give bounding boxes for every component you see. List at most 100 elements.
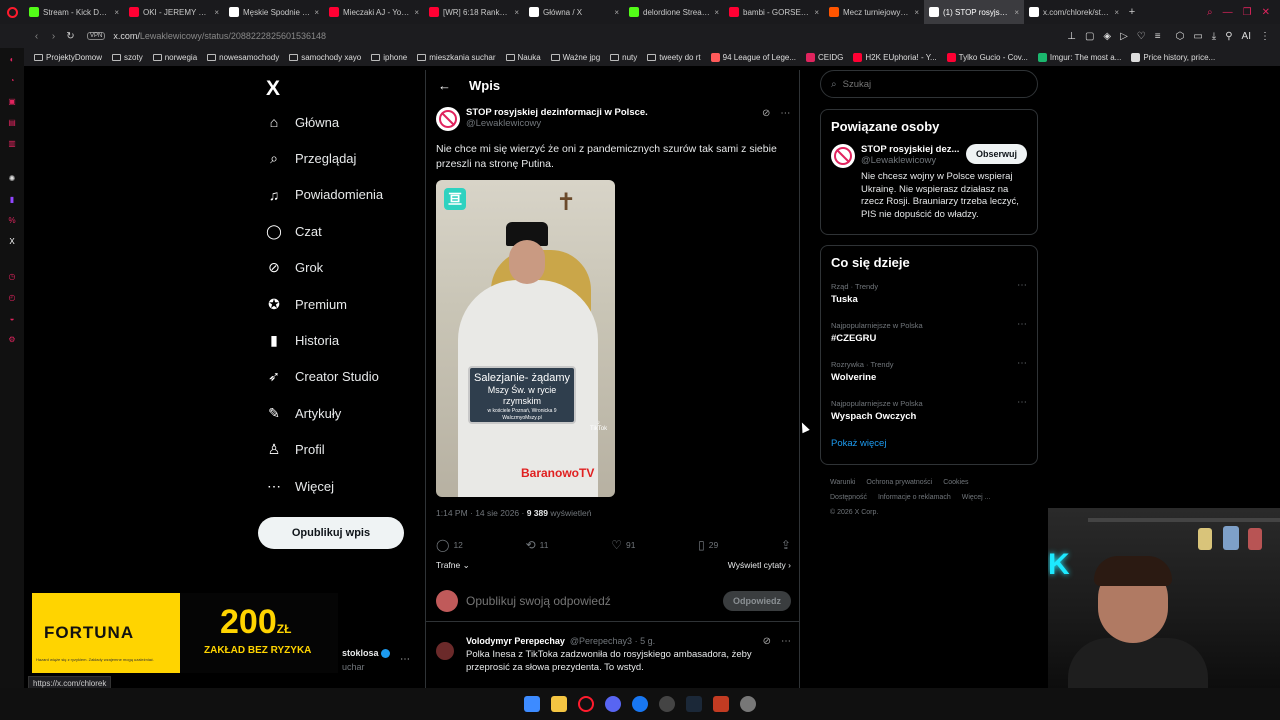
- reply-more-icon[interactable]: ⋯: [781, 636, 791, 647]
- close-window-icon[interactable]: ✕: [1262, 7, 1270, 18]
- show-more-link[interactable]: Pokaż więcej: [831, 438, 1027, 449]
- sidebar-wallet-icon[interactable]: ▣: [7, 96, 18, 107]
- nav-item-more[interactable]: ⋯ Więcej: [258, 468, 418, 504]
- messenger-icon[interactable]: [632, 696, 648, 712]
- bookmark-action[interactable]: ▯ 29: [698, 538, 718, 552]
- account-more-icon[interactable]: ⋯: [400, 654, 410, 665]
- sidebar-aria-icon[interactable]: ◐: [7, 54, 18, 65]
- sort-dropdown[interactable]: Trafne ⌄: [436, 560, 470, 571]
- extensions-icon[interactable]: ⬡: [1176, 31, 1185, 42]
- steam-icon[interactable]: [686, 696, 702, 712]
- sidebar-player-icon[interactable]: ▥: [7, 138, 18, 149]
- author-handle[interactable]: @Lewaklewicowy: [466, 118, 648, 129]
- browser-tab[interactable]: bambi - GORSET - Yo×: [724, 0, 824, 24]
- kebab-menu-icon[interactable]: ⋮: [1260, 31, 1270, 42]
- back-arrow-icon[interactable]: ←: [438, 78, 451, 93]
- obs-icon[interactable]: [659, 696, 675, 712]
- sidebar-clock-icon[interactable]: ◷: [7, 271, 18, 282]
- trend-item[interactable]: Rozrywka · Trendy Wolverine ⋯: [831, 358, 1027, 397]
- nav-item-creator-studio[interactable]: ➶ Creator Studio: [258, 359, 418, 395]
- bookmark-item[interactable]: Ważne jpg: [550, 53, 600, 62]
- nav-item-notifications[interactable]: ♫ Powiadomienia: [258, 177, 418, 213]
- search-box[interactable]: ⌕: [820, 70, 1038, 98]
- account-name[interactable]: stoklosa: [342, 648, 391, 659]
- file-explorer-icon[interactable]: [551, 696, 567, 712]
- bookmark-item[interactable]: Price history, price...: [1131, 52, 1215, 62]
- sidebar-chatgpt-icon[interactable]: ✺: [7, 173, 18, 184]
- tab-close-icon[interactable]: ×: [1114, 8, 1119, 17]
- related-name[interactable]: STOP rosyjskiej dez...: [861, 144, 959, 155]
- post-more-icon[interactable]: ⋯: [780, 108, 790, 119]
- trend-more-icon[interactable]: ⋯: [1017, 397, 1027, 408]
- bookmark-item[interactable]: tweety do rt: [647, 53, 701, 62]
- forward-icon[interactable]: ›: [45, 31, 62, 42]
- sidebar-settings-icon[interactable]: ⚙: [7, 334, 18, 345]
- tab-close-icon[interactable]: ×: [414, 8, 419, 17]
- wallet-icon[interactable]: ▭: [1193, 31, 1202, 42]
- tab-close-icon[interactable]: ×: [914, 8, 919, 17]
- share-action[interactable]: ⇪: [781, 538, 791, 552]
- publish-post-button[interactable]: Opublikuj wpis: [258, 517, 404, 549]
- trend-more-icon[interactable]: ⋯: [1017, 358, 1027, 369]
- post-time[interactable]: 1:14 PM · 14 sie 2026 ·: [436, 508, 527, 518]
- start-icon[interactable]: [524, 696, 540, 712]
- download-icon[interactable]: ⤓: [1212, 31, 1216, 42]
- sidebar-history-icon[interactable]: ◔: [7, 75, 18, 86]
- pin-icon[interactable]: ⊥: [1067, 31, 1076, 42]
- grok-icon[interactable]: ⊘: [762, 108, 770, 119]
- reply-avatar[interactable]: [436, 642, 454, 660]
- post-author[interactable]: STOP rosyjskiej dezinformacji w Polsce. …: [436, 107, 648, 131]
- settings-icon[interactable]: [740, 696, 756, 712]
- browser-tab[interactable]: [WR] 6:18 Ranked Bu ×: [424, 0, 524, 24]
- tab-close-icon[interactable]: ×: [614, 8, 619, 17]
- back-icon[interactable]: ‹: [28, 31, 45, 42]
- view-quotes-link[interactable]: Wyświetl cytaty ›: [728, 560, 791, 571]
- nav-item-profile[interactable]: ♙ Profil: [258, 432, 418, 468]
- bookmark-item[interactable]: szoty: [112, 53, 143, 62]
- repost-action[interactable]: ⟲ 11: [526, 538, 549, 552]
- bookmark-item[interactable]: samochody xayo: [289, 53, 361, 62]
- bookmark-item[interactable]: 94 League of Lege...: [710, 52, 796, 62]
- easy-setup-icon[interactable]: ⚲: [1225, 31, 1232, 42]
- bookmark-item[interactable]: norwegia: [152, 53, 197, 62]
- sidebar-bubble-icon[interactable]: ◒: [7, 313, 18, 324]
- bookmark-item[interactable]: Tylko Gucio - Cov...: [946, 52, 1028, 62]
- nav-item-home[interactable]: ⌂ Główna: [258, 104, 418, 140]
- url-field[interactable]: x.com/Lewaklewicowy/status/2088222825601…: [113, 31, 326, 41]
- footer-link[interactable]: Cookies: [943, 479, 968, 486]
- bookmark-item[interactable]: Imgur: The most a...: [1037, 52, 1121, 62]
- ai-button[interactable]: AI: [1242, 31, 1251, 42]
- maximize-icon[interactable]: ❐: [1243, 7, 1252, 18]
- trend-more-icon[interactable]: ⋯: [1017, 280, 1027, 291]
- browser-tab[interactable]: x.com/chlorek/status/ ×: [1024, 0, 1124, 24]
- sidebar-x-icon[interactable]: X: [7, 236, 18, 247]
- browser-tab[interactable]: (1) STOP rosyjskiej dez×: [924, 0, 1024, 24]
- bookmark-item[interactable]: Nauka: [505, 53, 541, 62]
- nav-item-grok[interactable]: ⊘ Grok: [258, 250, 418, 286]
- nav-item-premium[interactable]: ✪ Premium: [258, 286, 418, 322]
- search-tabs-icon[interactable]: ⌕: [1207, 7, 1213, 18]
- new-tab-icon[interactable]: +: [1124, 6, 1140, 18]
- reply-button[interactable]: Odpowiedz: [723, 590, 791, 611]
- tab-close-icon[interactable]: ×: [814, 8, 819, 17]
- tab-close-icon[interactable]: ×: [114, 8, 119, 17]
- minimize-icon[interactable]: —: [1223, 7, 1233, 18]
- footer-link[interactable]: Ochrona prywatności: [866, 479, 932, 486]
- related-avatar[interactable]: [831, 144, 855, 168]
- browser-tab[interactable]: Mecz turniejowy FACE ×: [824, 0, 924, 24]
- play-icon[interactable]: ▷: [1120, 31, 1128, 42]
- menu-lines-icon[interactable]: ≡: [1155, 31, 1161, 42]
- vpn-badge[interactable]: VPN: [87, 32, 106, 40]
- sidebar-messenger-icon[interactable]: ▤: [7, 117, 18, 128]
- browser-tab[interactable]: Męskie Spodnie THE ×: [224, 0, 324, 24]
- tab-close-icon[interactable]: ×: [514, 8, 519, 17]
- search-input[interactable]: [842, 78, 1013, 90]
- sidebar-vpn-icon[interactable]: %: [7, 215, 18, 226]
- reply-action[interactable]: ◯ 12: [436, 538, 463, 552]
- footer-link[interactable]: Dostępność: [830, 494, 867, 501]
- nav-item-history[interactable]: ▮ Historia: [258, 322, 418, 358]
- riot-icon[interactable]: [713, 696, 729, 712]
- browser-tab[interactable]: Główna / X ×: [524, 0, 624, 24]
- nav-item-explore[interactable]: ⌕ Przeglądaj: [258, 140, 418, 176]
- reply-author-name[interactable]: Volodymyr Perepechay: [466, 636, 565, 646]
